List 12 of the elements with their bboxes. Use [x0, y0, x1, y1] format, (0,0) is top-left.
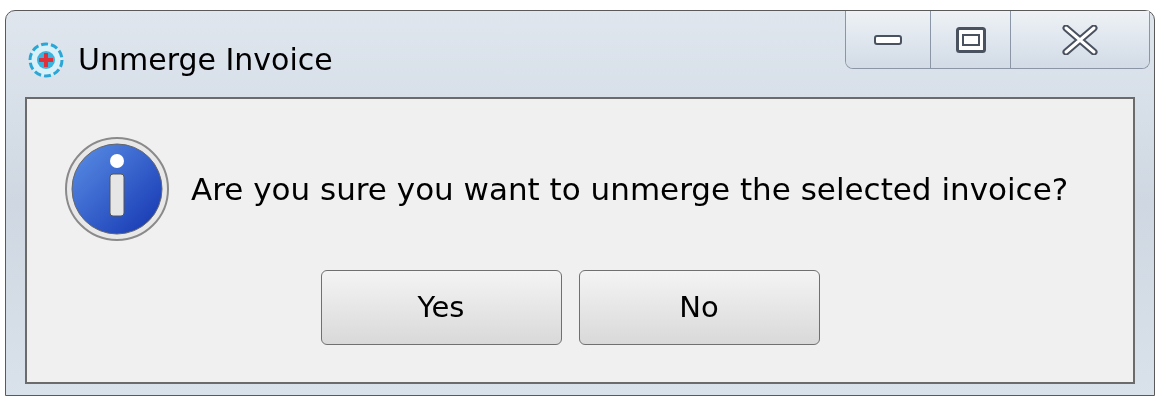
app-logo-icon: [28, 41, 64, 78]
maximize-button[interactable]: [931, 11, 1011, 68]
close-button[interactable]: [1011, 11, 1149, 68]
close-icon: [1060, 24, 1100, 55]
minimize-button[interactable]: [846, 11, 931, 68]
minimize-icon: [874, 34, 902, 45]
info-icon: [63, 135, 171, 243]
dialog-button[interactable]: No: [578, 270, 820, 345]
message-text: Are you sure you want to unmerge the selected invoice?: [191, 169, 1069, 209]
dialog-button[interactable]: Yes: [320, 270, 562, 345]
window-title: Unmerge Invoice: [78, 41, 333, 79]
maximize-icon: [955, 26, 986, 53]
